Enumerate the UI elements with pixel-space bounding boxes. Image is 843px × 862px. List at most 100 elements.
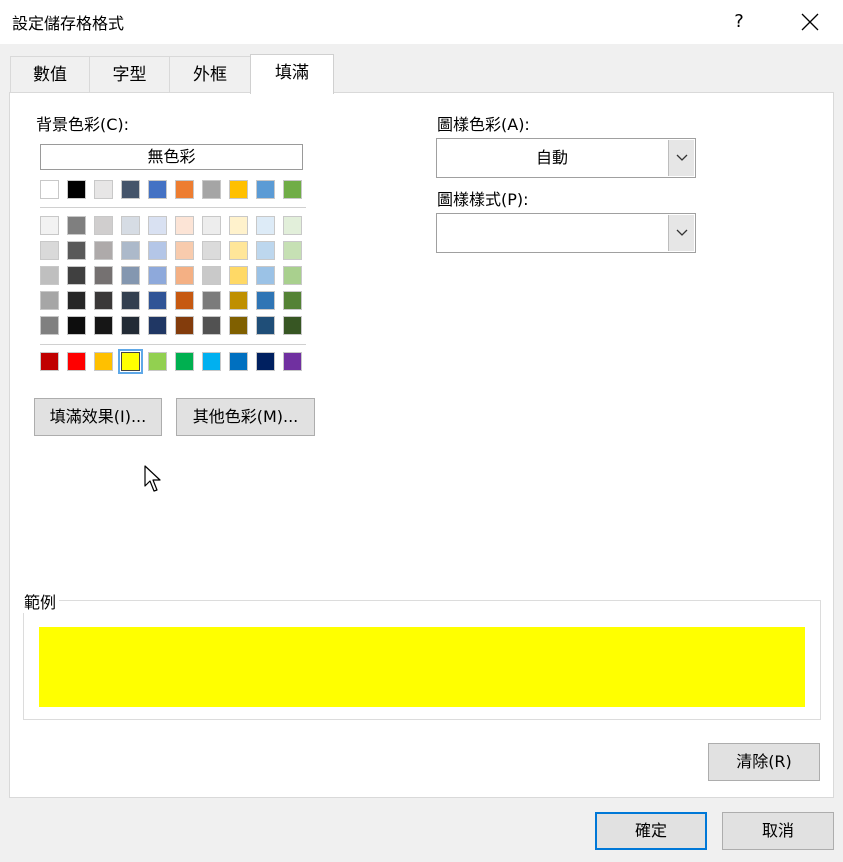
color-swatch-tint[interactable]	[175, 316, 194, 335]
color-swatch-tint[interactable]	[40, 316, 59, 335]
color-swatch-tint[interactable]	[148, 316, 167, 335]
color-swatch-tint[interactable]	[229, 241, 248, 260]
color-swatch-tint[interactable]	[256, 216, 275, 235]
color-swatch-standard[interactable]	[283, 352, 302, 371]
color-swatch-tint[interactable]	[148, 241, 167, 260]
color-swatch-theme[interactable]	[94, 180, 113, 199]
help-button[interactable]: ?	[719, 4, 759, 40]
tab-font[interactable]: 字型	[89, 56, 170, 93]
color-swatch-tint[interactable]	[229, 216, 248, 235]
pattern-color-dropdown[interactable]: 自動	[436, 138, 696, 178]
color-swatch-standard[interactable]	[40, 352, 59, 371]
color-swatch-standard[interactable]	[202, 352, 221, 371]
title-bar: 設定儲存格格式 ?	[0, 0, 843, 44]
color-swatch-tint[interactable]	[94, 241, 113, 260]
tab-border[interactable]: 外框	[169, 56, 251, 93]
color-swatch-tint[interactable]	[67, 316, 86, 335]
pattern-style-label: 圖樣樣式(P):	[437, 190, 529, 209]
pattern-color-label: 圖樣色彩(A):	[437, 115, 530, 134]
more-colors-button[interactable]: 其他色彩(M)...	[176, 398, 315, 436]
cancel-button[interactable]: 取消	[722, 812, 834, 850]
color-swatch-standard[interactable]	[67, 352, 86, 371]
color-swatch-standard[interactable]	[118, 349, 143, 374]
color-swatch-theme[interactable]	[121, 180, 140, 199]
color-swatch-standard[interactable]	[148, 352, 167, 371]
close-button[interactable]	[788, 4, 832, 40]
fill-effects-button[interactable]: 填滿效果(I)...	[34, 398, 162, 436]
color-swatch-tint[interactable]	[121, 291, 140, 310]
color-swatch-tint[interactable]	[67, 291, 86, 310]
color-swatch-tint[interactable]	[94, 291, 113, 310]
color-swatch-theme[interactable]	[67, 180, 86, 199]
color-swatch-tint[interactable]	[148, 291, 167, 310]
color-swatch-tint[interactable]	[283, 241, 302, 260]
color-swatch-tint[interactable]	[229, 266, 248, 285]
color-swatch-tint[interactable]	[94, 216, 113, 235]
color-swatch-tint[interactable]	[67, 216, 86, 235]
color-swatch-tint[interactable]	[283, 316, 302, 335]
chevron-down-icon	[676, 229, 688, 236]
color-swatch-tint[interactable]	[175, 216, 194, 235]
palette-separator	[40, 344, 306, 345]
color-swatch-tint[interactable]	[256, 241, 275, 260]
ok-button[interactable]: 確定	[595, 812, 707, 850]
color-swatch-theme[interactable]	[283, 180, 302, 199]
color-swatch-tint[interactable]	[67, 266, 86, 285]
mouse-pointer-icon	[144, 465, 161, 492]
color-swatch-tint[interactable]	[202, 316, 221, 335]
color-swatch-theme[interactable]	[256, 180, 275, 199]
color-swatch-tint[interactable]	[256, 316, 275, 335]
close-icon	[801, 13, 819, 31]
color-swatch-tint[interactable]	[202, 216, 221, 235]
clear-button[interactable]: 清除(R)	[708, 743, 820, 781]
color-swatch-theme[interactable]	[40, 180, 59, 199]
color-swatch-tint[interactable]	[256, 291, 275, 310]
color-swatch-standard[interactable]	[256, 352, 275, 371]
color-swatch-tint[interactable]	[40, 266, 59, 285]
color-swatch-standard[interactable]	[229, 352, 248, 371]
color-swatch-tint[interactable]	[40, 241, 59, 260]
color-swatch-tint[interactable]	[202, 241, 221, 260]
color-swatch-tint[interactable]	[202, 291, 221, 310]
color-swatch-tint[interactable]	[283, 216, 302, 235]
color-swatch-tint[interactable]	[175, 241, 194, 260]
color-swatch-tint[interactable]	[148, 216, 167, 235]
color-swatch-tint[interactable]	[94, 266, 113, 285]
color-swatch-tint[interactable]	[40, 216, 59, 235]
palette-separator	[40, 207, 306, 208]
sample-preview	[39, 627, 805, 707]
color-swatch-theme[interactable]	[148, 180, 167, 199]
color-swatch-standard[interactable]	[175, 352, 194, 371]
color-swatch-theme[interactable]	[175, 180, 194, 199]
color-swatch-tint[interactable]	[229, 291, 248, 310]
color-swatch-tint[interactable]	[121, 316, 140, 335]
window-title: 設定儲存格格式	[12, 14, 125, 33]
color-swatch-standard[interactable]	[94, 352, 113, 371]
fill-tab-panel: 背景色彩(C): 無色彩 填滿效果(I)... 其他色彩(M)... 圖樣色彩(…	[9, 92, 834, 798]
color-swatch-tint[interactable]	[121, 241, 140, 260]
color-swatch-tint[interactable]	[175, 291, 194, 310]
pattern-color-arrow[interactable]	[668, 140, 694, 176]
color-swatch-tint[interactable]	[202, 266, 221, 285]
color-swatch-tint[interactable]	[256, 266, 275, 285]
tab-fill[interactable]: 填滿	[250, 54, 334, 94]
color-swatch-tint[interactable]	[148, 266, 167, 285]
no-color-button[interactable]: 無色彩	[40, 144, 303, 170]
color-swatch-tint[interactable]	[67, 241, 86, 260]
pattern-style-arrow[interactable]	[668, 215, 694, 251]
color-swatch-tint[interactable]	[121, 216, 140, 235]
tab-number[interactable]: 數值	[10, 56, 90, 93]
color-swatch-tint[interactable]	[229, 316, 248, 335]
color-swatch-tint[interactable]	[283, 291, 302, 310]
sample-group: 範例	[21, 589, 821, 720]
color-swatch-tint[interactable]	[283, 266, 302, 285]
color-swatch-theme[interactable]	[229, 180, 248, 199]
color-swatch-tint[interactable]	[121, 266, 140, 285]
pattern-style-dropdown[interactable]	[436, 213, 696, 253]
color-swatch-tint[interactable]	[40, 291, 59, 310]
color-swatch-tint[interactable]	[94, 316, 113, 335]
color-swatch-theme[interactable]	[202, 180, 221, 199]
sample-label: 範例	[21, 589, 60, 613]
color-swatch-tint[interactable]	[175, 266, 194, 285]
chevron-down-icon	[676, 154, 688, 161]
